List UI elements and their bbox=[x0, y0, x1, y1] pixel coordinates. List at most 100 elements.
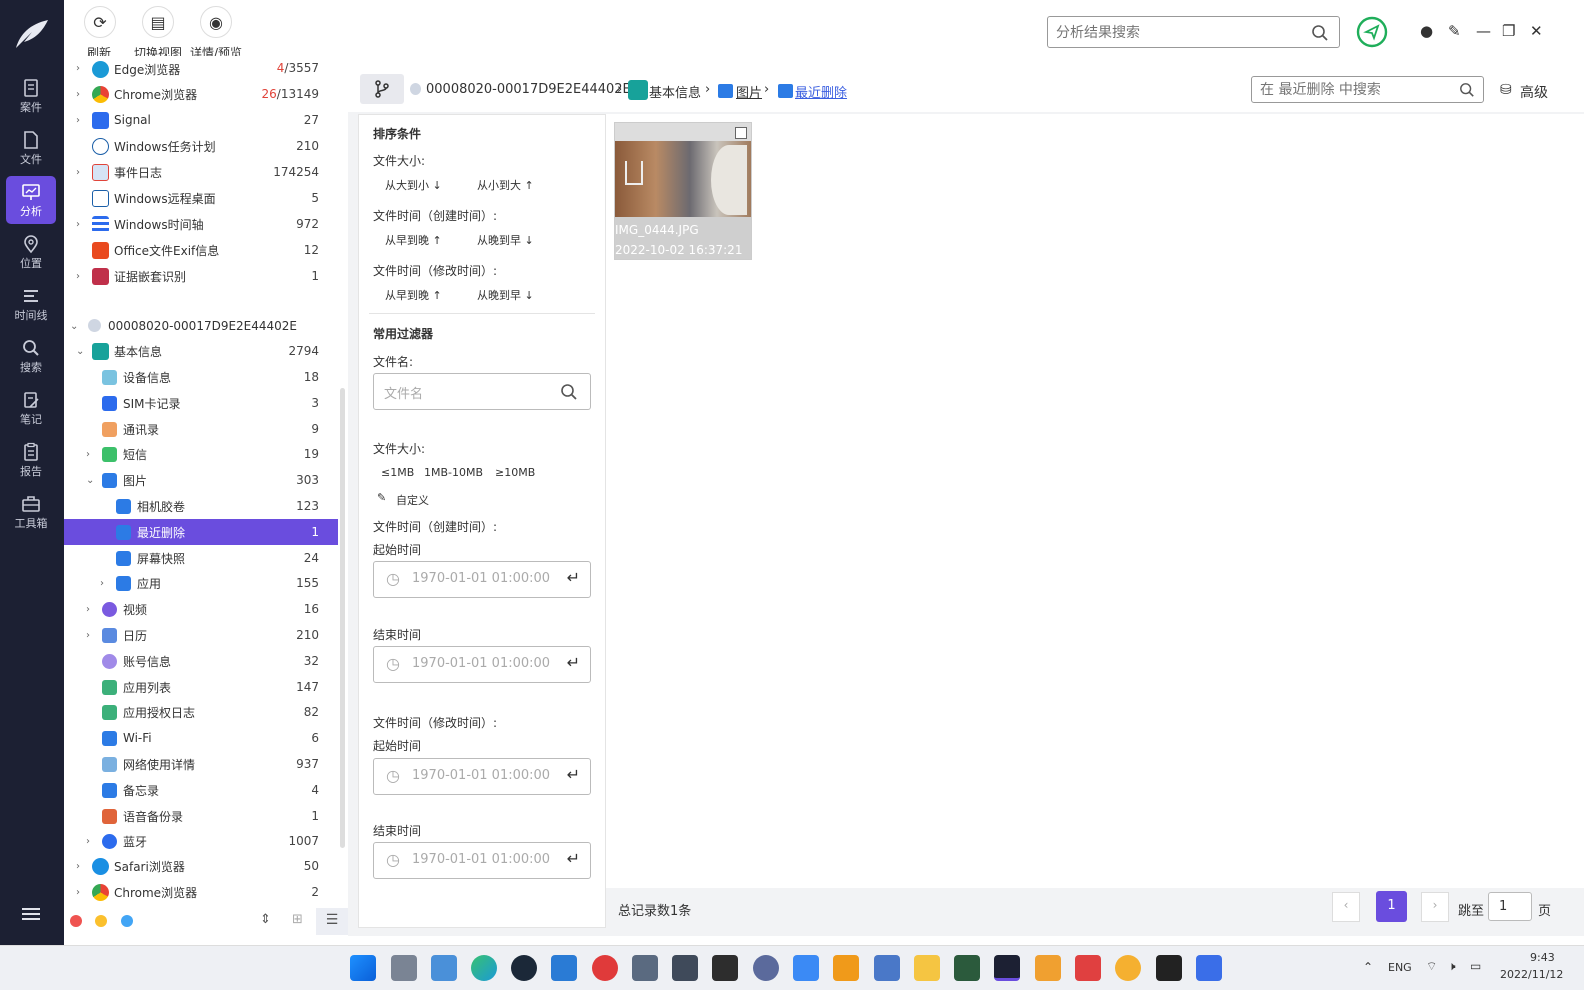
size-filter-small[interactable]: ≤1MB bbox=[381, 466, 414, 479]
app-yellow-icon[interactable] bbox=[1115, 955, 1141, 981]
advanced-search-icon[interactable]: ⛁ bbox=[1500, 82, 1512, 98]
tree-item-nested-evidence[interactable]: › 证据嵌套识别 1 bbox=[64, 263, 338, 289]
chevron-down-icon[interactable]: ⌄ bbox=[86, 475, 96, 486]
current-page-button[interactable]: 1 bbox=[1376, 891, 1407, 922]
nav-search[interactable]: 搜索 bbox=[6, 332, 56, 380]
breadcrumb-device[interactable]: 00008020-00017D9E2E44402E bbox=[426, 82, 631, 97]
terminal-icon[interactable] bbox=[712, 955, 738, 981]
tree-item-child[interactable]: 语音备份录 1 bbox=[64, 803, 338, 829]
chevron-right-icon[interactable]: › bbox=[76, 271, 86, 282]
enter-icon[interactable]: ↵ bbox=[567, 653, 580, 672]
app-orange-icon[interactable] bbox=[1035, 955, 1061, 981]
breadcrumb-basic-info[interactable]: 基本信息 bbox=[649, 82, 701, 101]
sort-size-asc[interactable]: 从小到大 ↑ bbox=[477, 177, 534, 193]
task-view-icon[interactable] bbox=[391, 955, 417, 981]
clock-date[interactable]: 2022/11/12 bbox=[1500, 968, 1563, 981]
size-filter-medium[interactable]: 1MB-10MB bbox=[424, 466, 483, 479]
grid-view-icon[interactable]: ⊞ bbox=[292, 912, 303, 927]
sort-mtime-asc[interactable]: 从早到晚 ↑ bbox=[385, 287, 442, 303]
tree-item-child[interactable]: 屏幕快照 24 bbox=[64, 545, 338, 571]
search-tool-icon[interactable] bbox=[833, 955, 859, 981]
ctime-end-field[interactable]: ◷ 1970-01-01 01:00:00 ↵ bbox=[373, 646, 591, 683]
browser-icon[interactable] bbox=[753, 955, 779, 981]
nav-note[interactable]: 笔记 bbox=[6, 384, 56, 432]
tree-item-device[interactable]: ⌄ 00008020-00017D9E2E44402E bbox=[64, 313, 338, 339]
tree-item-child[interactable]: 通讯录 9 bbox=[64, 416, 338, 442]
yellow-dot-icon[interactable] bbox=[95, 915, 107, 927]
tree-item-child[interactable]: › 应用 155 bbox=[64, 570, 338, 596]
chevron-right-icon[interactable]: › bbox=[76, 887, 86, 898]
sort-ctime-desc[interactable]: 从晚到早 ↓ bbox=[477, 232, 534, 248]
wps-icon[interactable] bbox=[1196, 955, 1222, 981]
close-icon[interactable]: ✕ bbox=[1530, 22, 1543, 40]
nav-toolbox[interactable]: 工具箱 bbox=[6, 488, 56, 536]
search-icon[interactable] bbox=[1459, 82, 1475, 98]
forensics-app-icon[interactable] bbox=[994, 955, 1020, 981]
mtime-end-field[interactable]: ◷ 1970-01-01 01:00:00 ↵ bbox=[373, 842, 591, 879]
next-page-button[interactable]: › bbox=[1421, 892, 1449, 922]
nav-analysis[interactable]: 分析 bbox=[6, 176, 56, 224]
chevron-right-icon[interactable]: › bbox=[86, 630, 96, 641]
chevron-up-icon[interactable]: ⌃ bbox=[1363, 960, 1373, 974]
tree-item-event-log[interactable]: › 事件日志 174254 bbox=[64, 159, 338, 185]
custom-size-button[interactable]: 自定义 bbox=[396, 492, 429, 508]
breadcrumb-pictures[interactable]: 图片 bbox=[736, 82, 762, 101]
chevron-right-icon[interactable]: › bbox=[86, 449, 96, 460]
chevron-right-icon[interactable]: › bbox=[76, 115, 86, 126]
tree-item-remote-desktop[interactable]: Windows远程桌面 5 bbox=[64, 185, 338, 211]
size-filter-large[interactable]: ≥10MB bbox=[495, 466, 535, 479]
tree-item-signal[interactable]: › Signal 27 bbox=[64, 107, 338, 133]
tree-item-child[interactable]: › 短信 19 bbox=[64, 441, 338, 467]
minimize-icon[interactable]: — bbox=[1476, 22, 1491, 40]
tree-item-child[interactable]: SIM卡记录 3 bbox=[64, 390, 338, 416]
edge-icon[interactable] bbox=[471, 955, 497, 981]
tree-item-child[interactable]: 最近删除 1 bbox=[64, 519, 338, 545]
tree-item-child[interactable]: › 日历 210 bbox=[64, 622, 338, 648]
tree-item-child[interactable]: ⌄ 图片 303 bbox=[64, 467, 338, 493]
tree-item-edge[interactable]: › Edge浏览器 4/3557 bbox=[64, 56, 338, 80]
notepad-icon[interactable] bbox=[874, 955, 900, 981]
wifi-icon[interactable]: ⌔ bbox=[1426, 959, 1437, 974]
prev-page-button[interactable]: ‹ bbox=[1332, 892, 1360, 922]
tree-item-child[interactable]: 账号信息 32 bbox=[64, 648, 338, 674]
file-explorer-icon[interactable] bbox=[914, 955, 940, 981]
tree-item-child[interactable]: 应用授权日志 82 bbox=[64, 699, 338, 725]
nav-timeline[interactable]: 时间线 bbox=[6, 280, 56, 328]
language-indicator[interactable]: ENG bbox=[1388, 961, 1412, 974]
tree-item-child[interactable]: 应用列表 147 bbox=[64, 674, 338, 700]
nav-case[interactable]: 案件 bbox=[6, 72, 56, 120]
tree-item-child[interactable]: 设备信息 18 bbox=[64, 364, 338, 390]
steam-icon[interactable] bbox=[511, 955, 537, 981]
blue-dot-icon[interactable] bbox=[121, 915, 133, 927]
kleopatra-icon[interactable] bbox=[954, 955, 980, 981]
filename-field[interactable]: 文件名 bbox=[373, 373, 591, 410]
branch-button[interactable] bbox=[360, 74, 404, 104]
sort-mtime-desc[interactable]: 从晚到早 ↓ bbox=[477, 287, 534, 303]
chevron-right-icon[interactable]: › bbox=[76, 219, 86, 230]
search-icon[interactable] bbox=[1311, 24, 1329, 42]
mtime-start-field[interactable]: ◷ 1970-01-01 01:00:00 ↵ bbox=[373, 758, 591, 795]
windows-start-icon[interactable] bbox=[350, 955, 376, 981]
feishu-icon[interactable] bbox=[793, 955, 819, 981]
chevron-right-icon[interactable]: › bbox=[76, 167, 86, 178]
chevron-down-icon[interactable]: ⌄ bbox=[76, 346, 86, 357]
battery-icon[interactable]: ▭ bbox=[1470, 959, 1481, 973]
scoped-search-input[interactable] bbox=[1260, 81, 1450, 99]
tree-scrollbar[interactable] bbox=[340, 388, 345, 848]
tree-item-child[interactable]: › 蓝牙 1007 bbox=[64, 828, 338, 854]
scoped-search-box[interactable] bbox=[1251, 76, 1484, 103]
clock-time[interactable]: 9:43 bbox=[1530, 951, 1555, 964]
chevron-right-icon[interactable]: › bbox=[86, 604, 96, 615]
nav-report[interactable]: 报告 bbox=[6, 436, 56, 484]
search-icon[interactable] bbox=[560, 383, 578, 401]
volume-mute-icon[interactable]: 🕨 bbox=[1448, 959, 1456, 974]
enter-icon[interactable]: ↵ bbox=[567, 765, 580, 784]
app-red-icon[interactable] bbox=[1075, 955, 1101, 981]
chevron-right-icon[interactable]: › bbox=[76, 63, 86, 74]
tree-item-child[interactable]: Wi-Fi 6 bbox=[64, 725, 338, 751]
powershell-icon[interactable] bbox=[672, 955, 698, 981]
tree-item-child[interactable]: 备忘录 4 bbox=[64, 777, 338, 803]
tree-item-timeline[interactable]: › Windows时间轴 972 bbox=[64, 211, 338, 237]
nav-file[interactable]: 文件 bbox=[6, 124, 56, 172]
chevron-right-icon[interactable]: › bbox=[76, 89, 86, 100]
